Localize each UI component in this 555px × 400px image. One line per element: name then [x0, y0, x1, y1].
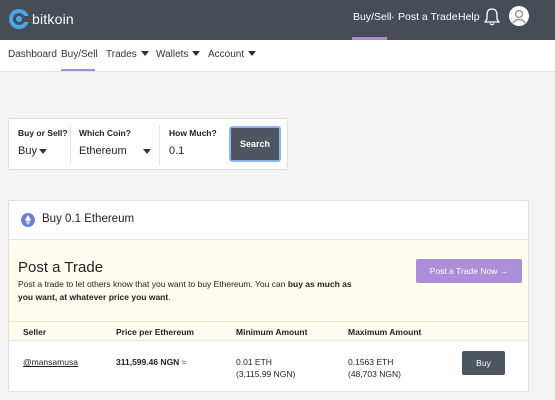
- card-title: Buy 0.1 Ethereum: [42, 213, 135, 225]
- brand-name[interactable]: bitkoin: [32, 11, 74, 27]
- subnav-active-indicator: [61, 69, 95, 71]
- field-divider: [70, 125, 71, 165]
- buy-button[interactable]: Buy: [462, 351, 505, 375]
- bitkoin-logo-icon[interactable]: [8, 8, 30, 30]
- table-row: @mansamusa 311,599.46 NGN ≈ 0.01 ETH (3,…: [9, 342, 528, 391]
- card-header: Buy 0.1 Ethereum: [9, 201, 528, 240]
- how-much-label: How Much?: [169, 128, 217, 138]
- ethereum-icon: [21, 213, 35, 227]
- chevron-down-icon: [192, 51, 201, 56]
- trade-search-form: Buy or Sell? Buy Which Coin? Ethereum Ho…: [8, 118, 288, 170]
- post-desc-text: Post a trade to let others know that you…: [18, 279, 288, 289]
- table-header: Seller Price per Ethereum Minimum Amount…: [9, 321, 528, 341]
- topnav-separator: ·: [391, 11, 395, 23]
- chevron-down-icon: [140, 51, 149, 56]
- amount-input[interactable]: 0.1: [169, 145, 184, 157]
- bell-icon[interactable]: [482, 7, 502, 27]
- chevron-down-icon[interactable]: [143, 149, 151, 154]
- chevron-down-icon: [248, 51, 257, 56]
- column-header-min: Minimum Amount: [236, 327, 308, 337]
- topnav-buy-sell[interactable]: Buy/Sell: [353, 11, 392, 23]
- field-divider: [159, 125, 160, 165]
- price-cell: 311,599.46 NGN ≈: [116, 357, 186, 367]
- seller-link[interactable]: @mansamusa: [23, 357, 78, 367]
- subnav-dashboard[interactable]: Dashboard: [8, 49, 57, 60]
- approx-icon: ≈: [181, 357, 187, 367]
- topnav-separator: ·: [451, 11, 455, 23]
- column-header-max: Maximum Amount: [348, 327, 422, 337]
- user-avatar-icon[interactable]: [509, 6, 529, 26]
- column-header-seller: Seller: [23, 327, 47, 337]
- post-trade-description: Post a trade to let others know that you…: [18, 278, 368, 304]
- search-button[interactable]: Search: [229, 126, 281, 162]
- max-amount-ngn: (48,703 NGN): [348, 369, 401, 379]
- post-trade-title: Post a Trade: [18, 259, 104, 276]
- max-amount-eth: 0.1563 ETH: [348, 357, 394, 367]
- topnav-help[interactable]: Help: [458, 11, 480, 23]
- post-desc-end: .: [168, 292, 171, 302]
- min-amount-eth: 0.01 ETH: [236, 357, 272, 367]
- min-amount-ngn: (3,115.99 NGN): [236, 369, 296, 379]
- post-trade-now-button[interactable]: Post a Trade Now →: [416, 259, 522, 283]
- subnav-buy-sell[interactable]: Buy/Sell: [61, 49, 98, 60]
- buy-or-sell-label: Buy or Sell?: [18, 128, 68, 138]
- subnav-wallets[interactable]: Wallets: [156, 49, 201, 60]
- buy-or-sell-select[interactable]: Buy: [18, 145, 37, 157]
- coin-select[interactable]: Ethereum: [79, 145, 127, 157]
- chevron-down-icon[interactable]: [39, 149, 47, 154]
- column-header-price: Price per Ethereum: [116, 327, 194, 337]
- subnav-account-label: Account: [208, 49, 245, 60]
- subnav-trades[interactable]: Trades: [106, 49, 149, 60]
- which-coin-label: Which Coin?: [79, 128, 131, 138]
- topnav-post-trade[interactable]: Post a Trade: [398, 11, 458, 23]
- subnav-wallets-label: Wallets: [156, 49, 189, 60]
- subnav-trades-label: Trades: [106, 49, 137, 60]
- results-card: Buy 0.1 Ethereum Post a Trade Post a tra…: [8, 200, 529, 392]
- top-bar: bitkoin Buy/Sell · Post a Trade · Help: [0, 0, 555, 40]
- post-trade-section: Post a Trade Post a trade to let others …: [9, 241, 528, 321]
- subnav-account[interactable]: Account: [208, 49, 257, 60]
- price-value: 311,599.46 NGN: [116, 357, 180, 367]
- sub-navigation: Dashboard Buy/Sell Trades Wallets Accoun…: [0, 40, 555, 72]
